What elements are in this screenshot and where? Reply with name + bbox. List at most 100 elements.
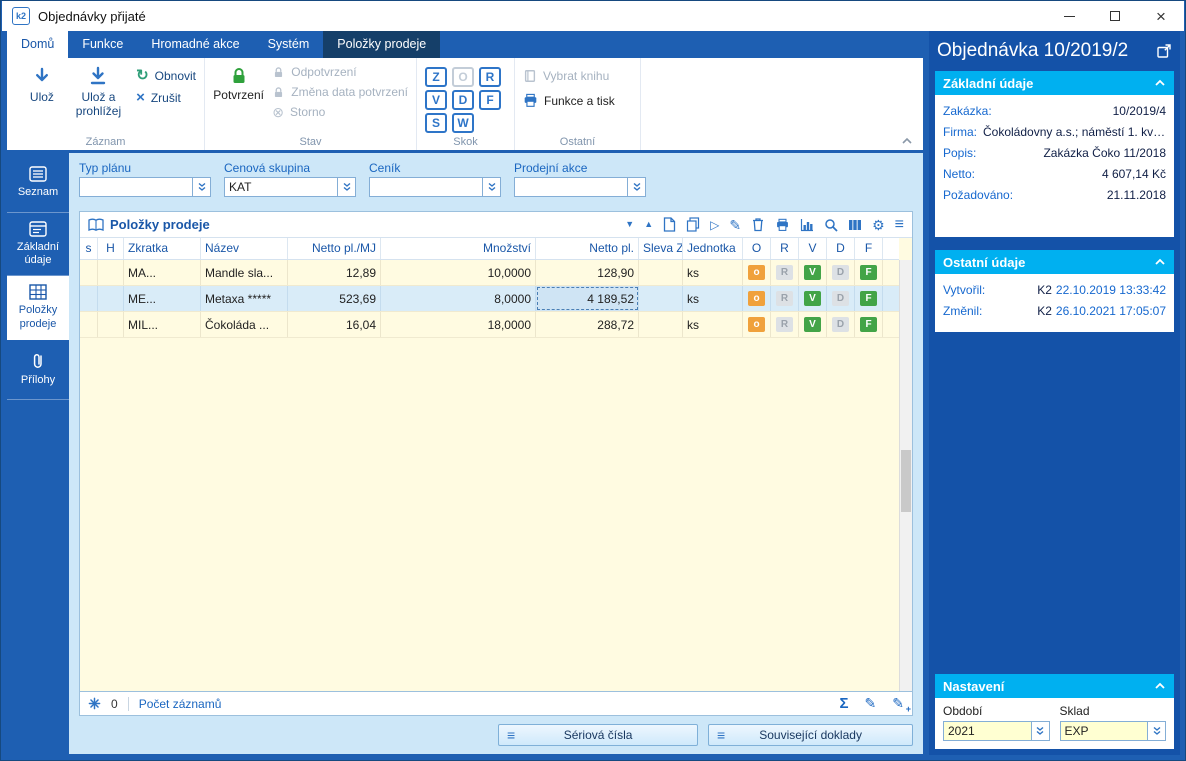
column-header-jednotka[interactable]: Jednotka [683, 238, 743, 259]
prodejni-akce-dropdown[interactable] [514, 177, 646, 197]
dropdown-button[interactable] [627, 178, 645, 196]
column-header-sleva[interactable]: Sleva Z [639, 238, 683, 259]
sidebar-item-zakladni-udaje[interactable]: Základní údaje [7, 213, 69, 276]
new-record-icon[interactable] [663, 217, 676, 232]
cell-jednotka[interactable]: ks [683, 312, 743, 337]
cell-jednotka[interactable]: ks [683, 260, 743, 285]
jump-z-button[interactable]: Z [425, 67, 447, 87]
tab-system[interactable]: Systém [254, 31, 324, 58]
cell-zkratka[interactable]: MA... [124, 260, 201, 285]
edit-add-icon[interactable]: ✎+ [892, 695, 904, 712]
field-value[interactable]: Zakázka Čoko 11/2018 [982, 143, 1166, 164]
confirm-button[interactable]: Potvrzení [213, 63, 264, 134]
collapse-icon[interactable] [1154, 258, 1166, 266]
collapse-icon[interactable] [1154, 682, 1166, 690]
jump-f-button[interactable]: F [479, 90, 501, 110]
sum-icon[interactable]: Σ [840, 695, 849, 712]
jump-r-button[interactable]: R [479, 67, 501, 87]
cell-nazev[interactable]: Metaxa ***** [201, 286, 288, 311]
cell-nazev[interactable]: Čokoláda ... [201, 312, 288, 337]
cell-mnozstvi[interactable]: 10,0000 [381, 260, 536, 285]
serial-numbers-button[interactable]: ≡ Sériová čísla [498, 724, 698, 746]
collapse-icon[interactable] [1154, 79, 1166, 87]
cancel-button[interactable]: × Zrušit [136, 91, 196, 105]
field-value[interactable]: Čokoládovny a.s.; náměstí 1. květn... [983, 122, 1166, 143]
field-value[interactable]: 21.11.2018 [1019, 185, 1166, 206]
dropdown-button[interactable] [192, 178, 210, 196]
sidebar-item-prilohy[interactable]: Přílohy [7, 340, 69, 400]
column-header-r[interactable]: R [771, 238, 799, 259]
typ-planu-dropdown[interactable] [79, 177, 211, 197]
jump-d-button[interactable]: D [452, 90, 474, 110]
cell-mnozstvi[interactable]: 18,0000 [381, 312, 536, 337]
column-header-mnozstvi[interactable]: Množství [381, 238, 536, 259]
period-dropdown[interactable]: 2021 [943, 721, 1050, 741]
columns-icon[interactable] [848, 218, 862, 232]
dropdown-button[interactable] [1031, 722, 1049, 740]
column-header-d[interactable]: D [827, 238, 855, 259]
table-menu-icon[interactable]: ≡ [895, 217, 904, 233]
jump-s-button[interactable]: S [425, 113, 447, 133]
maximize-button[interactable] [1092, 1, 1138, 31]
column-header-zkratka[interactable]: Zkratka [124, 238, 201, 259]
column-header-nazev[interactable]: Název [201, 238, 288, 259]
sidebar-item-seznam[interactable]: Seznam [7, 153, 69, 213]
expand-panel-icon[interactable] [1156, 43, 1172, 59]
column-header-h[interactable]: H [98, 238, 124, 259]
column-header-netto-mj[interactable]: Netto pl./MJ [288, 238, 381, 259]
run-icon[interactable]: ▷ [710, 219, 719, 231]
sidebar-item-polozky-prodeje[interactable]: Položky prodeje [7, 276, 69, 339]
settings-gear-icon[interactable]: ⚙ [872, 218, 885, 232]
jump-w-button[interactable]: W [452, 113, 474, 133]
sort-desc-icon[interactable]: ▼ [625, 220, 634, 229]
tab-hromadne-akce[interactable]: Hromadné akce [137, 31, 253, 58]
section-header-settings[interactable]: Nastavení [935, 674, 1174, 698]
chart-icon[interactable] [800, 218, 814, 232]
cell-netto-mj[interactable]: 16,04 [288, 312, 381, 337]
tab-polozky-prodeje[interactable]: Položky prodeje [323, 31, 440, 58]
copy-record-icon[interactable] [686, 217, 700, 232]
section-header-basic[interactable]: Základní údaje [935, 71, 1174, 95]
print-icon[interactable] [775, 218, 790, 232]
table-row[interactable]: MA... Mandle sla... 12,89 10,0000 128,90… [80, 260, 899, 286]
field-value[interactable]: 10/2019/4 [998, 101, 1166, 122]
close-button[interactable]: × [1138, 1, 1184, 31]
field-value[interactable]: 4 607,14 Kč [981, 164, 1166, 185]
cell-nazev[interactable]: Mandle sla... [201, 260, 288, 285]
section-header-other[interactable]: Ostatní údaje [935, 250, 1174, 274]
cell-sleva[interactable] [639, 312, 683, 337]
warehouse-dropdown[interactable]: EXP [1060, 721, 1167, 741]
column-header-netto[interactable]: Netto pl. [536, 238, 639, 259]
jump-v-button[interactable]: V [425, 90, 447, 110]
delete-icon[interactable] [751, 217, 765, 232]
scrollbar-thumb[interactable] [901, 450, 911, 512]
dropdown-button[interactable] [337, 178, 355, 196]
cell-netto-mj[interactable]: 12,89 [288, 260, 381, 285]
minimize-button[interactable] [1046, 1, 1092, 31]
table-row[interactable]: MIL... Čokoláda ... 16,04 18,0000 288,72… [80, 312, 899, 338]
functions-print-button[interactable]: Funkce a tisk [523, 93, 632, 108]
column-header-s[interactable]: s [80, 238, 98, 259]
cell-jednotka[interactable]: ks [683, 286, 743, 311]
dropdown-button[interactable] [1147, 722, 1165, 740]
vertical-scrollbar[interactable] [899, 260, 912, 691]
column-header-f[interactable]: F [855, 238, 883, 259]
cell-mnozstvi[interactable]: 8,0000 [381, 286, 536, 311]
cell-netto-focused[interactable]: 4 189,52 [536, 286, 639, 311]
save-button[interactable]: Ulož [15, 63, 69, 134]
column-header-v[interactable]: V [799, 238, 827, 259]
cell-netto[interactable]: 288,72 [536, 312, 639, 337]
cell-netto[interactable]: 128,90 [536, 260, 639, 285]
dropdown-button[interactable] [482, 178, 500, 196]
ribbon-collapse-button[interactable] [901, 137, 913, 145]
cell-zkratka[interactable]: ME... [124, 286, 201, 311]
table-row-selected[interactable]: ME... Metaxa ***** 523,69 8,0000 4 189,5… [80, 286, 899, 312]
sort-asc-icon[interactable]: ▲ [644, 220, 653, 229]
cell-sleva[interactable] [639, 260, 683, 285]
cenova-skupina-dropdown[interactable]: KAT [224, 177, 356, 197]
cenik-dropdown[interactable] [369, 177, 501, 197]
edit-record-icon[interactable]: ✎ [865, 695, 877, 712]
cell-zkratka[interactable]: MIL... [124, 312, 201, 337]
save-and-view-button[interactable]: Ulož a prohlížej [69, 63, 128, 134]
tab-domu[interactable]: Domů [7, 31, 68, 58]
